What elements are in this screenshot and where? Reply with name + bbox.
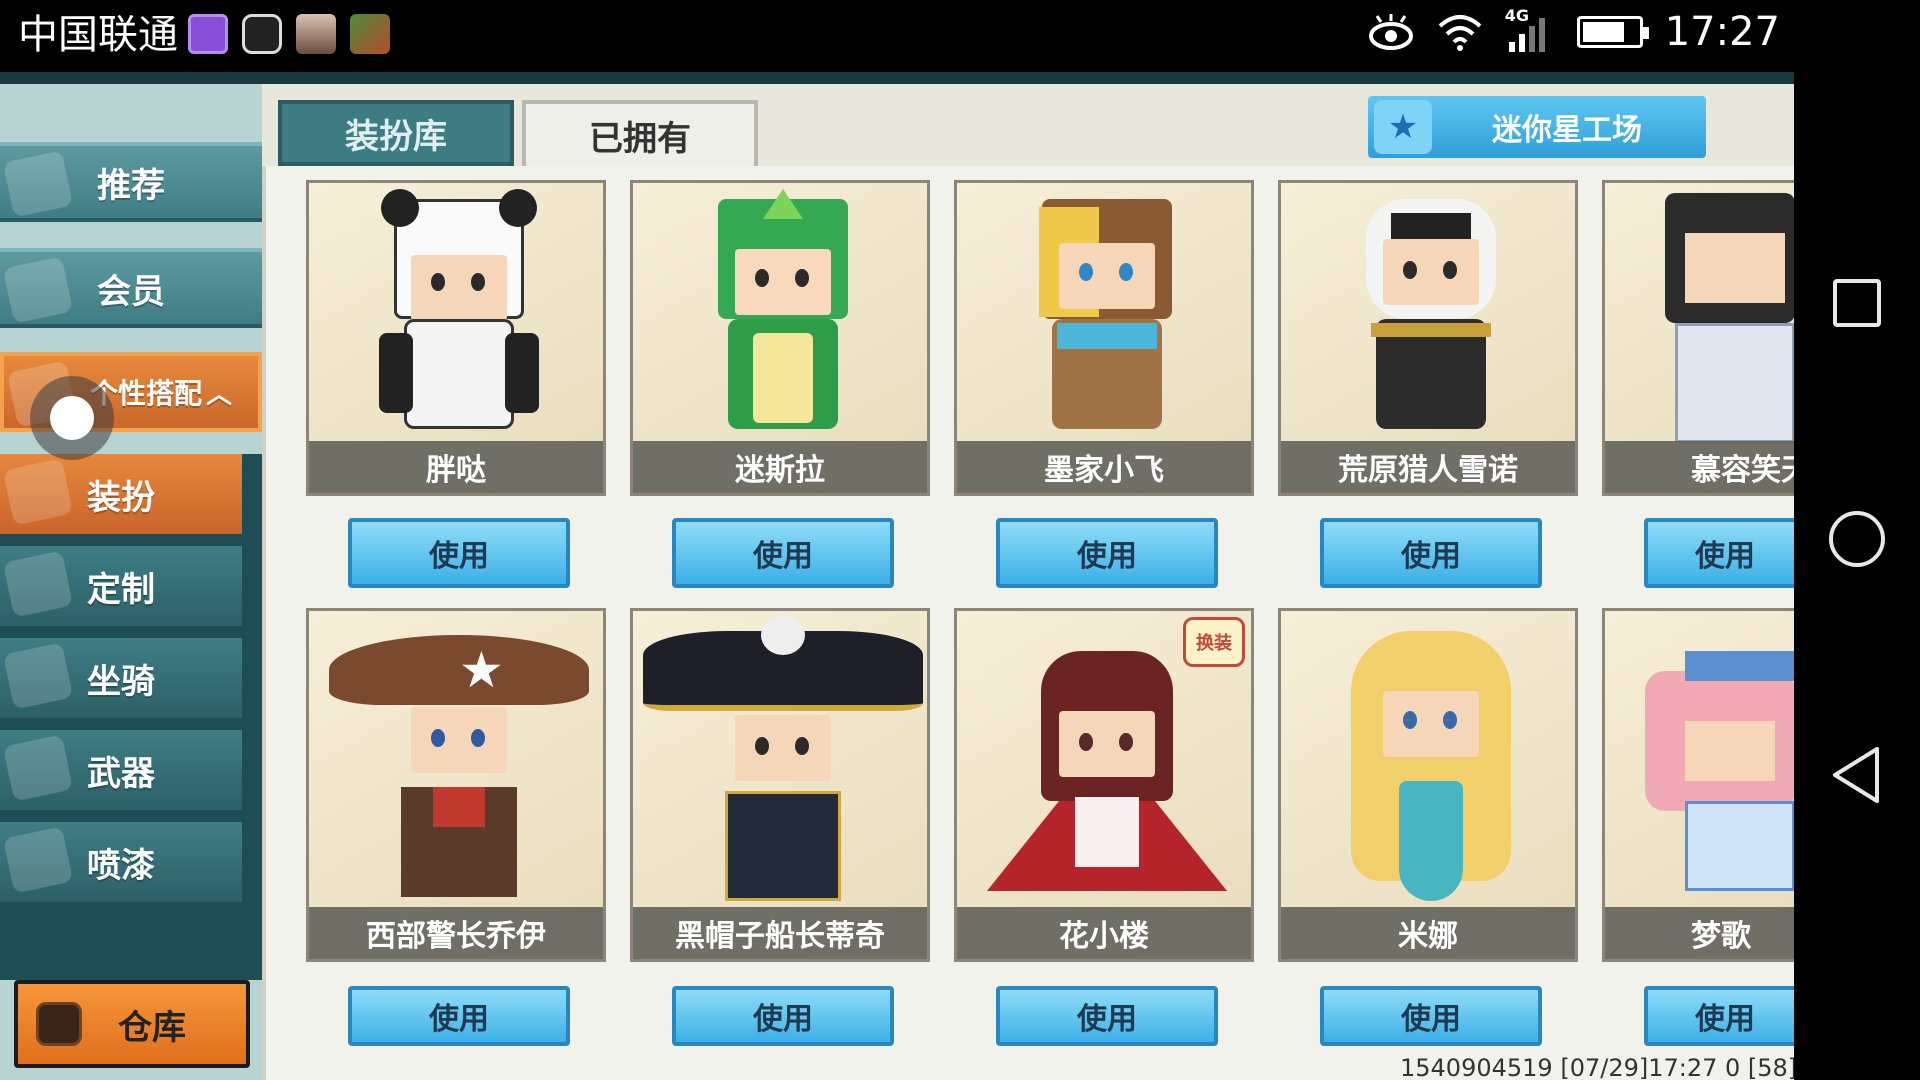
tab-outfit-library[interactable]: 装扮库 [278, 100, 514, 166]
sidebar: 推荐 会员 个性搭配 ︿ 装扮 定制 坐骑 武器 喷漆 仓库 [0, 84, 262, 1080]
sidebar-item-customize[interactable]: 定制 [0, 546, 242, 626]
use-button[interactable]: 使用 [672, 518, 894, 588]
sidebar-item-recommend[interactable]: 推荐 [0, 142, 262, 222]
carrier-name: 中国联通 [18, 12, 178, 58]
skin-grid: 胖哒 迷斯拉 墨家小飞 荒原猎人雪诺 慕容笑 使用 使用 使用 使用 使用 ★ … [262, 166, 1794, 1080]
sidebar-item-spray[interactable]: 喷漆 [0, 822, 242, 902]
debug-info: 1540904519 [07/29]17:27 0 [58]1.16 [1400, 1054, 1794, 1080]
game-screen: 推荐 会员 个性搭配 ︿ 装扮 定制 坐骑 武器 喷漆 仓库 装扮库 已拥有 ★… [0, 72, 1794, 1080]
use-button[interactable]: 使用 [996, 986, 1218, 1046]
sub-menu: 装扮 定制 坐骑 武器 喷漆 [0, 454, 262, 980]
pistol-icon [2, 734, 74, 802]
sidebar-item-label: 武器 [87, 753, 155, 794]
status-right: 4G 17:27 [1367, 6, 1780, 56]
skin-card-mengge[interactable]: 梦歌 [1602, 608, 1794, 962]
tab-owned[interactable]: 已拥有 [522, 100, 758, 166]
use-button[interactable]: 使用 [1320, 518, 1542, 588]
eye-comfort-icon [1368, 14, 1413, 50]
thumbs-up-icon [2, 150, 74, 218]
skin-name: 慕容笑天 [1605, 441, 1794, 493]
recent-apps-button[interactable] [1826, 272, 1888, 334]
home-button[interactable] [1826, 508, 1888, 570]
sidebar-item-label: 会员 [97, 271, 165, 312]
skin-name: 花小楼 [957, 907, 1251, 959]
skin-name: 米娜 [1281, 907, 1575, 959]
contact-avatar-icon [296, 14, 336, 54]
sidebar-item-label: 装扮 [87, 477, 155, 518]
gallery-app-icon [188, 14, 228, 54]
battery-level [1582, 22, 1624, 42]
mini-star-workshop-button[interactable]: ★ 迷你星工场 [1368, 96, 1706, 158]
use-button[interactable]: 使用 [348, 986, 570, 1046]
touch-indicator [30, 376, 114, 460]
notification-icons [188, 14, 390, 54]
use-button[interactable]: 使用 [996, 518, 1218, 588]
signal-icon: 4G [1505, 6, 1555, 56]
warehouse-label: 仓库 [118, 1007, 186, 1048]
use-button[interactable]: 使用 [1644, 518, 1794, 588]
skin-card-mina[interactable]: 米娜 [1278, 608, 1578, 962]
skin-name: 迷斯拉 [633, 441, 927, 493]
back-button[interactable] [1826, 744, 1888, 806]
pencil-icon [2, 550, 74, 618]
battery-icon [1576, 16, 1649, 48]
use-button[interactable]: 使用 [1644, 986, 1794, 1046]
spray-can-icon [2, 826, 74, 894]
top-strip [0, 72, 1794, 84]
skin-card-sheriff[interactable]: ★ 西部警长乔伊 [306, 608, 606, 962]
skin-card-panda[interactable]: 胖哒 [306, 180, 606, 496]
skin-card-snow-hunter[interactable]: 荒原猎人雪诺 [1278, 180, 1578, 496]
use-button[interactable]: 使用 [672, 986, 894, 1046]
status-bar: 中国联通 4G 17:27 [0, 0, 1920, 72]
skin-name: 胖哒 [309, 441, 603, 493]
skin-card-pirate[interactable]: 黑帽子船长蒂奇 [630, 608, 930, 962]
warehouse-button[interactable]: 仓库 [14, 980, 250, 1068]
skin-name: 梦歌 [1605, 907, 1794, 959]
skin-card-dino[interactable]: 迷斯拉 [630, 180, 930, 496]
back-triangle-icon [1833, 747, 1879, 803]
star-workshop-label: 迷你星工场 [1492, 113, 1642, 148]
treasure-chest-icon [36, 1002, 82, 1046]
game-app-icon [350, 14, 390, 54]
sidebar-item-member[interactable]: 会员 [0, 248, 262, 328]
star-icon: ★ [1374, 100, 1432, 154]
mount-icon [2, 642, 74, 710]
skin-name: 墨家小飞 [957, 441, 1251, 493]
sidebar-item-label: 喷漆 [87, 845, 155, 886]
skin-card-hua-xiaolou[interactable]: 换装 花小楼 [954, 608, 1254, 962]
sidebar-item-label: 定制 [87, 569, 155, 610]
clock: 17:27 [1664, 9, 1780, 55]
chevron-up-icon: ︿ [206, 379, 233, 410]
swap-outfit-badge: 换装 [1183, 617, 1245, 667]
shirt-icon [2, 458, 74, 526]
sidebar-item-weapon[interactable]: 武器 [0, 730, 242, 810]
navigation-bar [1794, 72, 1920, 1080]
skin-name: 荒原猎人雪诺 [1281, 441, 1575, 493]
sidebar-item-mount[interactable]: 坐骑 [0, 638, 242, 718]
sidebar-item-label: 推荐 [97, 165, 165, 206]
sidebar-item-label: 坐骑 [87, 661, 155, 702]
use-button[interactable]: 使用 [348, 518, 570, 588]
skin-name: 西部警长乔伊 [309, 907, 603, 959]
sidebar-item-outfit[interactable]: 装扮 [0, 454, 242, 534]
wifi-icon [1438, 15, 1482, 51]
video-app-icon [242, 14, 282, 54]
member-card-icon [2, 256, 74, 324]
use-button[interactable]: 使用 [1320, 986, 1542, 1046]
skin-name: 黑帽子船长蒂奇 [633, 907, 927, 959]
skin-card-murong[interactable]: 慕容笑天 [1602, 180, 1794, 496]
skin-card-mojia[interactable]: 墨家小飞 [954, 180, 1254, 496]
